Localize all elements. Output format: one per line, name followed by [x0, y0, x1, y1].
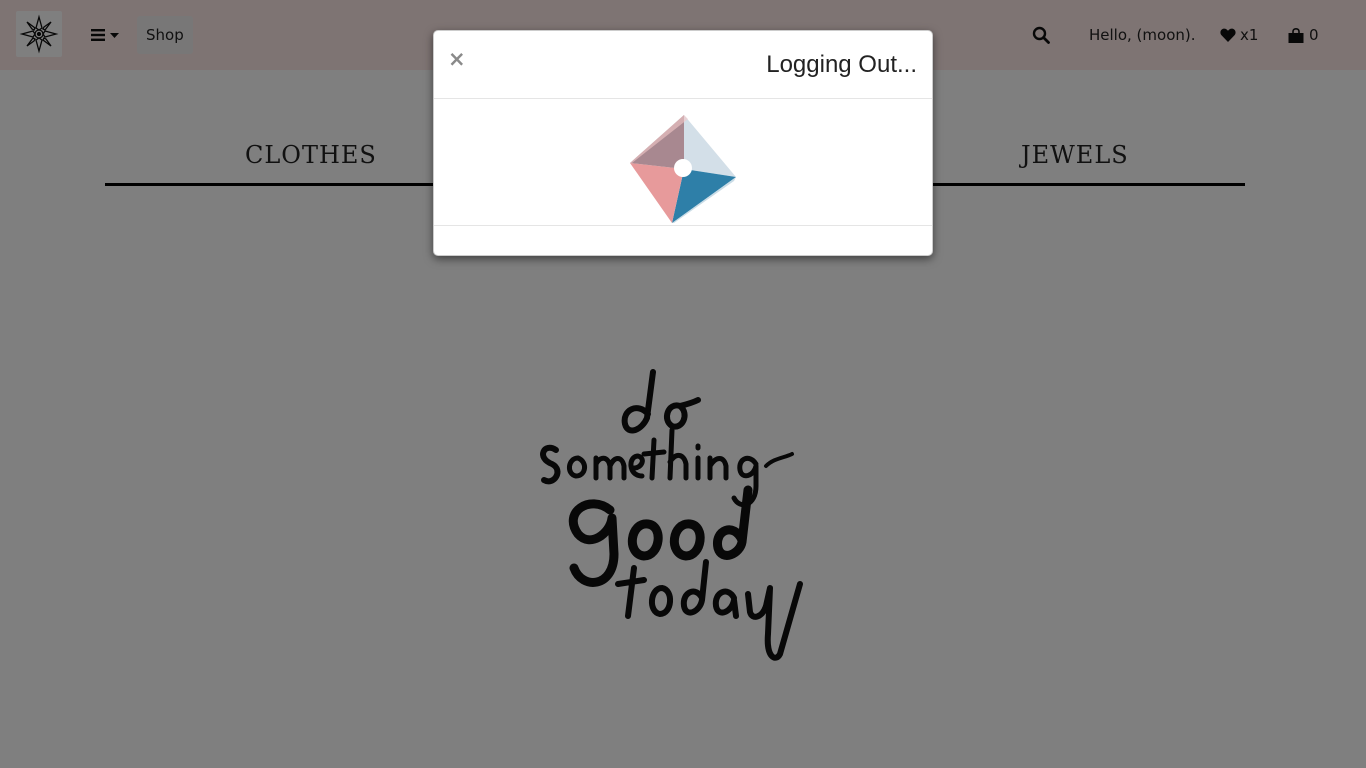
logout-modal: × Logging Out... — [433, 30, 933, 256]
loading-spinner-icon — [630, 115, 736, 223]
modal-body — [434, 99, 932, 226]
modal-title: Logging Out... — [766, 51, 917, 78]
modal-close-button[interactable]: × — [448, 49, 466, 70]
modal-header: × Logging Out... — [434, 31, 932, 99]
page: Shop Hello, (moon). x1 0 CLOTHES — [0, 0, 1366, 768]
